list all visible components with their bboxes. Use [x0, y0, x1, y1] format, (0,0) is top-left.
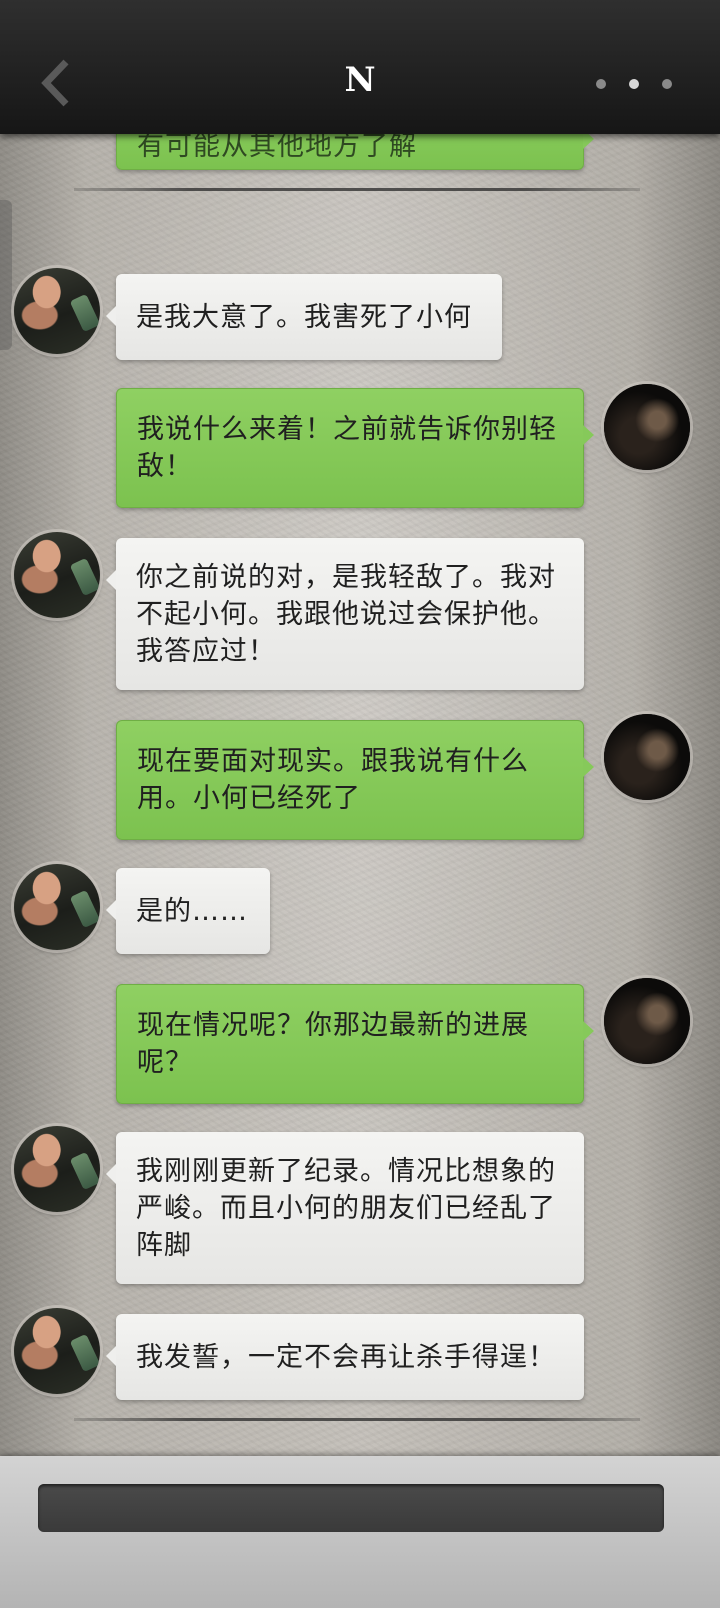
contact-avatar[interactable] — [14, 1126, 100, 1212]
contact-avatar[interactable] — [14, 1308, 100, 1394]
message-line: 我说什么来着！之前就告诉你别轻 — [137, 414, 557, 445]
message-input[interactable] — [38, 1484, 664, 1532]
message-bubble-outgoing[interactable]: 我说什么来着！之前就告诉你别轻 敌！ — [116, 388, 594, 508]
user-avatar[interactable] — [604, 714, 690, 800]
contact-avatar[interactable] — [14, 864, 100, 950]
divider — [74, 188, 640, 191]
message-text: 是的…… — [136, 895, 248, 927]
message-line: 敌！ — [137, 451, 193, 482]
contact-avatar[interactable] — [14, 268, 100, 354]
message-line: 我答应过！ — [136, 635, 276, 667]
message-bubble-incoming[interactable]: 我刚刚更新了纪录。情况比想象的 严峻。而且小何的朋友们已经乱了 阵脚 — [106, 1132, 584, 1284]
message-line: 现在情况呢？你那边最新的进展 — [137, 1010, 529, 1041]
message-bubble-outgoing[interactable]: 现在情况呢？你那边最新的进展 呢？ — [116, 984, 594, 1104]
more-dots-icon — [596, 79, 606, 89]
message-line: 我刚刚更新了纪录。情况比想象的 — [136, 1155, 556, 1187]
input-bar — [0, 1456, 720, 1608]
more-options-button[interactable] — [596, 66, 672, 102]
user-avatar[interactable] — [604, 384, 690, 470]
side-handle[interactable] — [0, 200, 12, 350]
user-avatar[interactable] — [604, 978, 690, 1064]
message-line: 不起小何。我跟他说过会保护他。 — [136, 598, 556, 630]
message-bubble-incoming[interactable]: 你之前说的对，是我轻敌了。我对 不起小何。我跟他说过会保护他。 我答应过！ — [106, 538, 584, 690]
contact-avatar[interactable] — [14, 532, 100, 618]
message-bubble-incoming[interactable]: 我发誓，一定不会再让杀手得逞！ — [106, 1314, 584, 1400]
message-line: 现在要面对现实。跟我说有什么 — [137, 746, 529, 777]
message-text: 我发誓，一定不会再让杀手得逞！ — [136, 1341, 556, 1373]
chat-header: N — [0, 0, 720, 134]
message-line: 严峻。而且小何的朋友们已经乱了 — [136, 1192, 556, 1224]
message-bubble-outgoing[interactable]: 现在要面对现实。跟我说有什么 用。小何已经死了 — [116, 720, 594, 840]
message-line: 阵脚 — [136, 1229, 192, 1261]
divider — [74, 1418, 640, 1421]
message-text: 是我大意了。我害死了小何 — [136, 301, 472, 333]
message-bubble-incoming[interactable]: 是我大意了。我害死了小何 — [106, 274, 502, 360]
message-line: 你之前说的对，是我轻敌了。我对 — [136, 561, 556, 593]
message-bubble-incoming[interactable]: 是的…… — [106, 868, 270, 954]
message-line: 呢？ — [137, 1047, 193, 1078]
message-line: 用。小何已经死了 — [137, 783, 361, 814]
